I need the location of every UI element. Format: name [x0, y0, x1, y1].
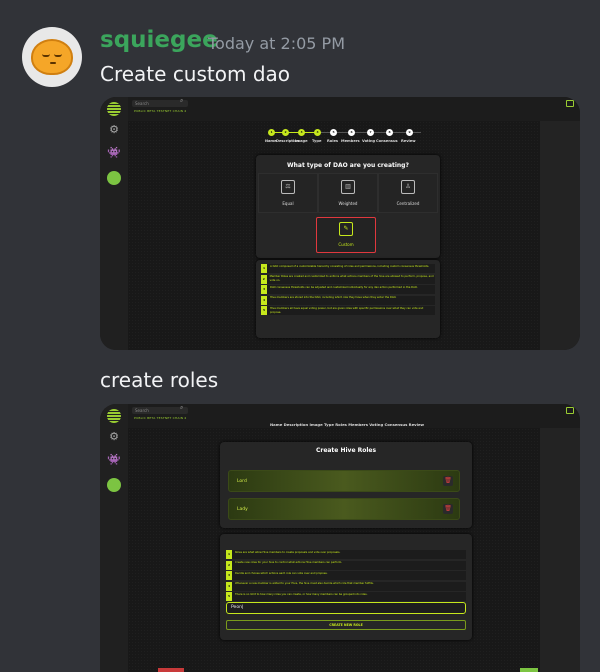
hive-logo-icon[interactable] [107, 102, 121, 116]
search-icon[interactable]: ⌕ [180, 97, 183, 105]
step-4[interactable]: 4 [314, 129, 321, 136]
trash-icon[interactable]: 🗑 [443, 504, 453, 514]
custom-icon: ✎ [339, 222, 353, 236]
info-row-3: 3 Decide and choose which actions each ro… [226, 571, 466, 580]
step-label-image: Image [295, 139, 308, 143]
role-row-lady[interactable]: Lady 🗑 [228, 498, 460, 520]
info-row-3: 3 DAO consensus thresholds can be adjuste… [261, 285, 435, 294]
step-label-members: Members [341, 139, 360, 143]
info-row-1: 1A DAO composed of a customizable hierar… [261, 264, 435, 273]
info-row-2: 2 Create new roles for your hive to contr… [226, 560, 466, 570]
role-row-lord[interactable]: Lord 🗑 [228, 470, 460, 492]
info-row-5: 5 Hive members all have equal voting powe… [261, 306, 435, 315]
step-7[interactable]: 7 [367, 129, 374, 136]
screenshot-attachment-1[interactable]: ⚙ 👾 Search ⌕ PUBLIC BETA TESTNET CHAIN 4… [100, 97, 580, 350]
info-row-2: 2 Member Roles are created and customized… [261, 274, 435, 284]
network-note: PUBLIC BETA TESTNET CHAIN 4 [134, 416, 187, 420]
type-custom[interactable]: ✎ Custom [316, 217, 376, 253]
gear-icon[interactable]: ⚙ [107, 122, 121, 136]
step-1[interactable]: 1 [268, 129, 275, 136]
create-roles-card: Create Hive Roles Lord 🗑 Lady 🗑 [220, 442, 472, 528]
card-title: What type of DAO are you creating? [287, 162, 409, 169]
info-row-1: 1 Roles are what allow Hive members to cr… [226, 550, 466, 559]
space-invader-icon[interactable]: 👾 [107, 145, 121, 159]
hive-logo-icon[interactable] [107, 409, 121, 423]
alien-icon[interactable] [107, 171, 121, 185]
card-title: Create Hive Roles [315, 447, 377, 454]
trash-icon[interactable]: 🗑 [443, 476, 453, 486]
step-label-roles: Roles [327, 139, 339, 143]
step-9[interactable]: 9 [406, 129, 413, 136]
window-icon[interactable] [566, 100, 574, 107]
type-centralized[interactable]: ♙ Centralized [378, 173, 438, 213]
step-3[interactable]: 3 [298, 129, 305, 136]
centralized-icon: ♙ [401, 180, 415, 194]
step-label-name: Name [265, 139, 277, 143]
create-new-role-button[interactable]: CREATE NEW ROLE [226, 620, 466, 630]
role-name-input[interactable]: Peon| [226, 602, 466, 614]
app-topbar: Search ⌕ PUBLIC BETA TESTNET CHAIN 4 [128, 97, 580, 121]
step-8[interactable]: 8 [386, 129, 393, 136]
back-button[interactable] [158, 668, 184, 672]
dao-info-list: 1A DAO composed of a customizable hierar… [261, 264, 435, 317]
search-icon[interactable]: ⌕ [180, 404, 183, 412]
dao-type-card: What type of DAO are you creating? ⚖ Equ… [256, 155, 440, 258]
type-weighted[interactable]: ▥ Weighted [318, 173, 378, 213]
next-button[interactable] [520, 668, 538, 672]
step-label-voting: Voting [362, 139, 376, 143]
step-label-consensus: Consensus [376, 139, 398, 143]
user-avatar[interactable] [22, 27, 82, 87]
app-rail: ⚙ 👾 [100, 404, 128, 672]
screenshot-attachment-2[interactable]: ⚙ 👾 Search ⌕ PUBLIC BETA TESTNET CHAIN 4… [100, 404, 580, 672]
equal-icon: ⚖ [281, 180, 295, 194]
weighted-icon: ▥ [341, 180, 355, 194]
space-invader-icon[interactable]: 👾 [107, 452, 121, 466]
alien-icon[interactable] [107, 478, 121, 492]
step-6[interactable]: 6 [348, 129, 355, 136]
step-label-review: Review [401, 139, 416, 143]
message-timestamp: Today at 2:05 PM [208, 34, 345, 53]
network-note: PUBLIC BETA TESTNET CHAIN 4 [134, 109, 187, 113]
username[interactable]: squiegee [100, 27, 218, 53]
info-row-4: 4 Hive members are stored into the DAO, i… [261, 295, 435, 305]
gudetama-egg-icon [31, 39, 73, 75]
message-text-2: create roles [100, 368, 219, 392]
info-row-5: 5 There is no limit to how many roles you… [226, 592, 466, 601]
step-5[interactable]: 5 [330, 129, 337, 136]
info-row-4: 4 Whenever a new member is added to your … [226, 581, 466, 591]
roles-info-list: 1 Roles are what allow Hive members to cr… [226, 550, 466, 603]
step-nav[interactable]: Name Description Image Type Roles Member… [270, 422, 424, 427]
message-text-1: Create custom dao [100, 62, 291, 86]
step-label-type: Type [312, 139, 322, 143]
app-rail: ⚙ 👾 [100, 97, 128, 350]
step-2[interactable]: 2 [282, 129, 289, 136]
side-panel [540, 121, 580, 350]
step-indicator: 1 2 3 4 5 6 7 8 9 Name Description Image… [265, 129, 428, 149]
window-icon[interactable] [566, 407, 574, 414]
gear-icon[interactable]: ⚙ [107, 429, 121, 443]
dao-info-card: 1A DAO composed of a customizable hierar… [256, 260, 440, 338]
type-equal[interactable]: ⚖ Equal [258, 173, 318, 213]
side-panel [540, 428, 580, 672]
roles-info-card: 1 Roles are what allow Hive members to cr… [220, 534, 472, 640]
